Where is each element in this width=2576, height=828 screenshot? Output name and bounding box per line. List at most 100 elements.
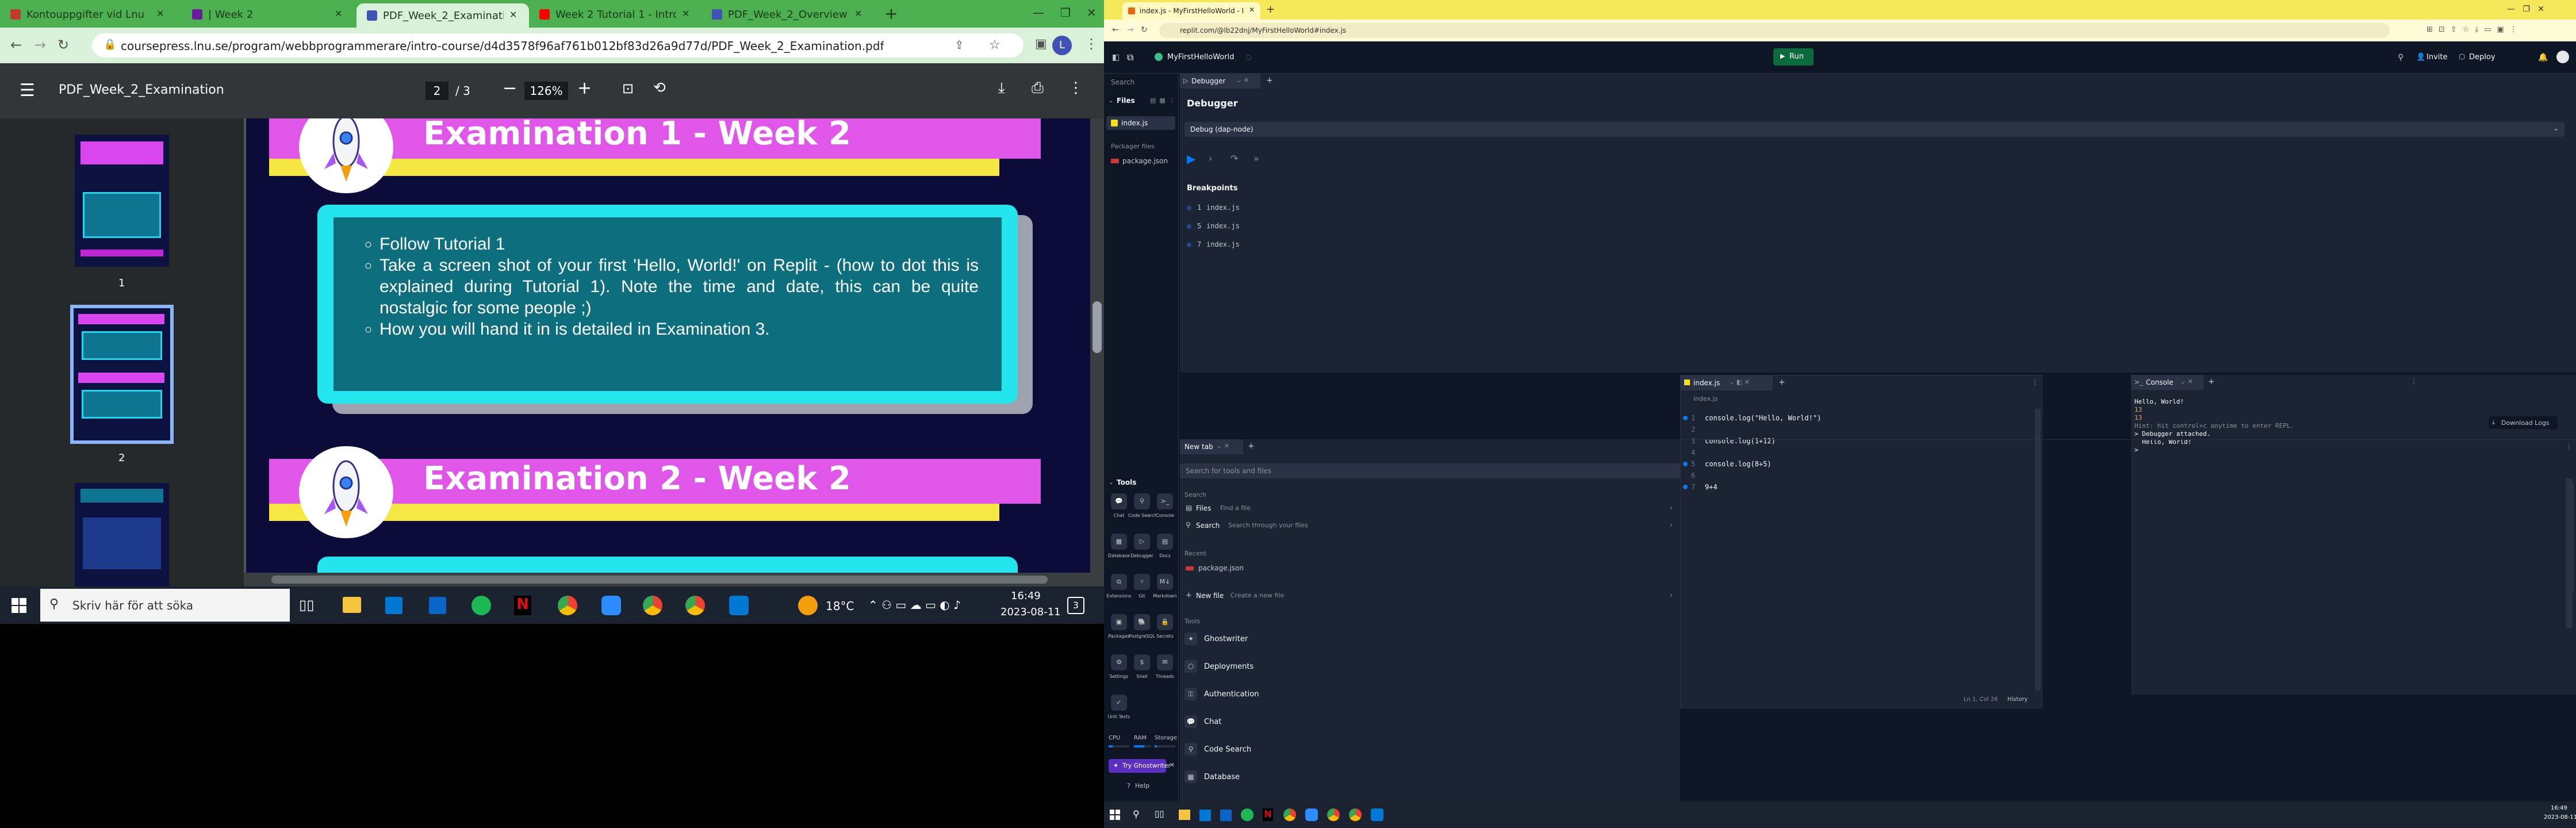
right-zoom-icon[interactable] xyxy=(1305,808,1318,821)
tool-grid-item[interactable]: ▤ Docs xyxy=(1153,534,1176,569)
right-spotify-icon[interactable] xyxy=(1241,808,1254,821)
code-area[interactable]: 1 console.log("Hello, World!") 2 3 console.l… xyxy=(1681,409,2031,673)
console-more-icon[interactable]: ⋮ xyxy=(2410,377,2417,385)
tab-close-icon[interactable]: ✕ xyxy=(335,8,342,19)
zoom-app-icon[interactable] xyxy=(601,596,621,615)
tool-grid-item[interactable]: ▷ Debugger xyxy=(1130,534,1153,569)
console-add-tab-icon[interactable]: + xyxy=(2208,377,2215,386)
fit-page-icon[interactable]: ⊡ xyxy=(622,80,634,97)
search-item[interactable]: ▤ Files Find a file › xyxy=(1180,501,1680,515)
tool-list-item[interactable]: ⚲ Code Search xyxy=(1180,739,1680,760)
right-toolbar-icons[interactable]: ⊞⊡⇪☆⤓▭▣⋮ xyxy=(2426,25,2523,34)
repl-info-icon[interactable]: ◌ xyxy=(1245,53,1251,61)
right-panel-more-icon[interactable]: ⋮ xyxy=(2566,443,2573,451)
tool-grid-item[interactable]: ✓ Unit Tests xyxy=(1107,695,1130,730)
right-chrome-icon-2[interactable] xyxy=(1327,808,1340,821)
tool-grid-item[interactable]: ✉ Threads xyxy=(1153,654,1176,690)
vscode-icon[interactable] xyxy=(729,596,749,615)
tray-icons[interactable]: ⌃ ⚇ ▭ ☁ ▭ ◐ ♪ xyxy=(868,598,961,612)
new-tab-add-icon[interactable]: + xyxy=(1248,442,1255,451)
notification-icon[interactable]: 3 xyxy=(1067,597,1084,614)
chrome-icon-3[interactable] xyxy=(685,596,705,615)
recent-item-package-json[interactable]: package.json xyxy=(1180,561,1680,575)
tab-close-icon[interactable]: ✕ xyxy=(682,8,689,19)
thumbnail-page-1[interactable] xyxy=(75,135,169,267)
print-icon[interactable]: ⎙ xyxy=(1032,79,1044,97)
tool-grid-item[interactable]: >_ Console xyxy=(1153,493,1176,529)
task-view-icon[interactable]: ▯▯ xyxy=(299,597,314,613)
breakpoint-marker-icon[interactable] xyxy=(1683,485,1688,489)
header-search-icon[interactable]: ⚲ xyxy=(2398,53,2404,62)
editor-add-tab-icon[interactable]: + xyxy=(1778,378,1785,387)
right-panel-scrollbar[interactable] xyxy=(2567,483,2574,592)
sidebar-search-label[interactable]: Search xyxy=(1111,78,1134,86)
tool-grid-item[interactable]: 🔒 Secrets xyxy=(1153,614,1176,650)
minimize-icon[interactable]: — xyxy=(1033,6,1044,20)
netflix-icon[interactable]: N xyxy=(514,596,531,615)
breakpoint-marker-icon[interactable] xyxy=(1683,416,1688,420)
breakpoint-marker-icon[interactable] xyxy=(1683,462,1688,466)
breakpoint-item[interactable]: 7 index.js xyxy=(1187,239,1359,252)
breakpoint-item[interactable]: 1 index.js xyxy=(1187,202,1359,215)
console-download-logs[interactable]: ⤓ Download Logs xyxy=(2489,416,2558,429)
right-back-icon[interactable]: ← xyxy=(1112,25,1119,34)
tool-list-item[interactable]: ▦ Database xyxy=(1180,767,1680,788)
spotify-icon[interactable] xyxy=(471,596,491,615)
rotate-icon[interactable]: ⟲ xyxy=(653,79,666,97)
sidebar-toggle-icon[interactable]: ◧ xyxy=(1112,53,1120,62)
new-tab-tab[interactable]: New tab ⌄ ✕ xyxy=(1180,439,1243,454)
breakpoint-item[interactable]: 5 index.js xyxy=(1187,221,1359,233)
ghostwriter-close-icon[interactable]: ✕ xyxy=(1170,761,1175,769)
debugger-add-tab-icon[interactable]: + xyxy=(1266,76,1273,85)
browser-tab[interactable]: Kontouppgifter vid Lnu ✕ xyxy=(0,5,176,24)
new-tab-button[interactable]: + xyxy=(882,5,900,23)
taskbar-search[interactable]: ⚲ Skriv här för att söka xyxy=(40,589,290,622)
help-button[interactable]: Help xyxy=(1135,782,1149,789)
right-file-explorer-icon[interactable] xyxy=(1179,810,1190,820)
pdf-scrollbar[interactable] xyxy=(1090,118,1104,586)
right-chrome-icon[interactable] xyxy=(1283,808,1296,821)
tool-grid-item[interactable]: ▣ Packages xyxy=(1107,614,1130,650)
file-explorer-icon[interactable] xyxy=(343,597,361,613)
chrome-icon[interactable] xyxy=(558,596,577,615)
files-chevron-icon[interactable]: ⌄ xyxy=(1109,98,1113,104)
replit-logo-icon[interactable]: ⧉ xyxy=(1127,52,1133,63)
address-bar[interactable]: 🔒 coursepress.lnu.se/program/webbprogram… xyxy=(92,33,1023,57)
editor-scrollbar[interactable] xyxy=(2035,409,2041,691)
tool-grid-item[interactable]: ⑂ Git xyxy=(1130,574,1153,610)
tool-list-item[interactable]: ⚿ Authentication xyxy=(1180,684,1680,705)
console-tab[interactable]: >_ Console ⌄ ✕ xyxy=(2131,375,2203,390)
zoom-in-icon[interactable]: + xyxy=(577,78,592,98)
tool-list-item[interactable]: ✦ Ghostwriter xyxy=(1180,629,1680,650)
tab-close-icon[interactable]: ✕ xyxy=(156,8,164,19)
console-tab-menu-icon[interactable]: ⌄ ✕ xyxy=(2180,378,2193,385)
editor-more-icon[interactable]: ⋮ xyxy=(2031,378,2038,386)
pdf-hscrollbar[interactable] xyxy=(244,573,1090,586)
right-tab-close-icon[interactable]: ✕ xyxy=(1249,6,1255,14)
browser-tab[interactable]: PDF_Week_2_Examination ✕ xyxy=(356,3,529,28)
debug-play-icon[interactable]: ▶ xyxy=(1187,152,1195,166)
tool-list-item[interactable]: 💬 Chat xyxy=(1180,712,1680,733)
user-avatar[interactable] xyxy=(2556,51,2569,63)
right-active-tab[interactable]: index.js - MyFirstHelloWorld - Re ✕ xyxy=(1122,2,1260,20)
tool-grid-item[interactable]: $ Shell xyxy=(1130,654,1153,690)
run-button[interactable]: ▶ Run xyxy=(1773,48,1814,66)
right-netflix-icon[interactable]: N xyxy=(1263,808,1273,821)
right-chrome-icon-3[interactable] xyxy=(1349,808,1362,821)
new-tab-menu-icon[interactable]: ⌄ ✕ xyxy=(1217,442,1229,450)
thumbnail-page-2[interactable] xyxy=(70,305,174,444)
thumbnail-page-3[interactable] xyxy=(75,483,169,586)
tool-list-item[interactable]: ⬡ Deployments xyxy=(1180,657,1680,677)
tools-chevron-icon[interactable]: ⌄ xyxy=(1109,480,1113,486)
tools-search-input[interactable]: Search for tools and files xyxy=(1180,463,1680,478)
debug-step-into-icon[interactable]: › xyxy=(1209,153,1212,164)
console-output[interactable]: Hello, World! 13 13 Hint: hit control+c any… xyxy=(2134,398,2416,639)
right-reload-icon[interactable]: ↻ xyxy=(1141,25,1148,34)
debugger-tab[interactable]: ▷ Debugger ⌄ ✕ xyxy=(1180,74,1260,89)
browser-tab[interactable]: Week 2 Tutorial 1 - Intro ✕ xyxy=(529,5,702,24)
extensions-icon[interactable]: ▣ xyxy=(1035,37,1047,51)
right-store-icon[interactable] xyxy=(1199,810,1211,821)
tool-grid-item[interactable]: 🐘 PostgreSQL xyxy=(1129,614,1155,650)
pdf-more-icon[interactable]: ⋮ xyxy=(1068,79,1083,97)
right-outlook-icon[interactable] xyxy=(1220,810,1232,821)
